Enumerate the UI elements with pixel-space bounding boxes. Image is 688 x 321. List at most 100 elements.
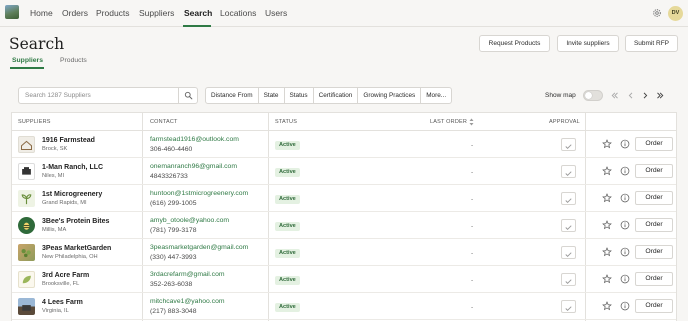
supplier-location: Brock, SK <box>42 146 68 152</box>
favorite-star-icon[interactable] <box>602 301 612 311</box>
col-contact[interactable]: CONTACT <box>150 119 178 125</box>
supplier-name[interactable]: 1st Microgreenery <box>42 191 102 198</box>
approve-button[interactable] <box>561 192 576 205</box>
col-approval[interactable]: APPROVAL <box>549 119 580 125</box>
gear-icon[interactable] <box>652 8 662 18</box>
order-button[interactable]: Order <box>635 245 673 259</box>
order-button[interactable]: Order <box>635 137 673 151</box>
approve-button[interactable] <box>561 165 576 178</box>
next-page-icon[interactable] <box>641 91 650 100</box>
supplier-phone: (330) 447-3993 <box>150 254 197 261</box>
supplier-email[interactable]: farmstead1916@outlook.com <box>150 136 239 143</box>
supplier-email[interactable]: amyb_otoole@yahoo.com <box>150 217 229 224</box>
info-icon[interactable] <box>620 193 630 203</box>
favorite-star-icon[interactable] <box>602 166 612 176</box>
order-button[interactable]: Order <box>635 164 673 178</box>
nav-active-indicator <box>183 25 211 27</box>
status-badge: Active <box>275 276 300 285</box>
last-page-icon[interactable] <box>656 91 665 100</box>
filter-certification[interactable]: Certification <box>314 88 359 103</box>
col-last-order[interactable]: LAST ORDER <box>430 119 467 125</box>
nav-home[interactable]: Home <box>30 8 53 18</box>
first-page-icon[interactable] <box>610 91 619 100</box>
supplier-email[interactable]: 3rdacrefarm@gmail.com <box>150 271 225 278</box>
submit-rfp-button[interactable]: Submit RFP <box>625 35 678 52</box>
supplier-logo <box>18 190 35 207</box>
order-button[interactable]: Order <box>635 218 673 232</box>
filter-growing-practices[interactable]: Growing Practices <box>358 88 422 103</box>
table-header: SUPPLIERS CONTACT STATUS LAST ORDER APPR… <box>12 113 676 131</box>
tab-products[interactable]: Products <box>60 57 87 64</box>
suppliers-table: SUPPLIERS CONTACT STATUS LAST ORDER APPR… <box>11 112 677 321</box>
nav-suppliers[interactable]: Suppliers <box>139 8 174 18</box>
table-row[interactable]: 4 Lees Farm Virginia, IL mitchcave1@yaho… <box>12 293 676 320</box>
favorite-star-icon[interactable] <box>602 220 612 230</box>
approve-button[interactable] <box>561 273 576 286</box>
supplier-name[interactable]: 3Peas MarketGarden <box>42 245 111 252</box>
last-order-value: - <box>471 250 474 257</box>
supplier-name[interactable]: 4 Lees Farm <box>42 299 83 306</box>
table-row[interactable]: 3rd Acre Farm Brooksville, FL 3rdacrefar… <box>12 266 676 293</box>
info-icon[interactable] <box>620 139 630 149</box>
table-row[interactable]: 1-Man Ranch, LLC Niles, MI onemanranch96… <box>12 158 676 185</box>
last-order-value: - <box>471 169 474 176</box>
search-icon <box>184 91 193 100</box>
favorite-star-icon[interactable] <box>602 247 612 257</box>
info-icon[interactable] <box>620 220 630 230</box>
nav-locations[interactable]: Locations <box>220 8 256 18</box>
col-status[interactable]: STATUS <box>275 119 297 125</box>
sort-icon[interactable] <box>469 118 474 126</box>
favorite-star-icon[interactable] <box>602 139 612 149</box>
request-products-button[interactable]: Request Products <box>479 35 550 52</box>
order-button[interactable]: Order <box>635 272 673 286</box>
invite-suppliers-button[interactable]: Invite suppliers <box>557 35 619 52</box>
info-icon[interactable] <box>620 166 630 176</box>
approve-button[interactable] <box>561 300 576 313</box>
supplier-email[interactable]: onemanranch96@gmail.com <box>150 163 237 170</box>
search-button[interactable] <box>178 88 197 103</box>
table-row[interactable]: 1st Microgreenery Grand Rapids, MI hunto… <box>12 185 676 212</box>
garden-icon <box>21 248 31 258</box>
approve-button[interactable] <box>561 219 576 232</box>
info-icon[interactable] <box>620 247 630 257</box>
previous-page-icon[interactable] <box>626 91 635 100</box>
search-input[interactable] <box>19 88 179 103</box>
tab-suppliers[interactable]: Suppliers <box>12 57 43 64</box>
supplier-name[interactable]: 1-Man Ranch, LLC <box>42 164 103 171</box>
nav-search[interactable]: Search <box>184 8 212 18</box>
order-button[interactable]: Order <box>635 191 673 205</box>
col-suppliers[interactable]: SUPPLIERS <box>18 119 51 125</box>
avatar[interactable]: DV <box>668 6 683 21</box>
page-title: Search <box>9 35 65 53</box>
info-icon[interactable] <box>620 274 630 284</box>
status-badge: Active <box>275 222 300 231</box>
status-badge: Active <box>275 303 300 312</box>
supplier-name[interactable]: 1916 Farmstead <box>42 137 95 144</box>
search-box <box>18 87 198 104</box>
filter-status[interactable]: Status <box>285 88 314 103</box>
nav-orders[interactable]: Orders <box>62 8 88 18</box>
supplier-email[interactable]: mitchcave1@yahoo.com <box>150 298 225 305</box>
order-button[interactable]: Order <box>635 299 673 313</box>
nav-users[interactable]: Users <box>265 8 287 18</box>
table-row[interactable]: 1916 Farmstead Brock, SK farmstead1916@o… <box>12 131 676 158</box>
info-icon[interactable] <box>620 301 630 311</box>
show-map-toggle[interactable] <box>583 90 603 101</box>
filter-distance-from[interactable]: Distance From <box>206 88 259 103</box>
supplier-email[interactable]: 3peasmarketgarden@gmail.com <box>150 244 248 251</box>
app-logo[interactable] <box>5 5 19 19</box>
supplier-email[interactable]: huntoon@1stmicrogreenery.com <box>150 190 248 197</box>
favorite-star-icon[interactable] <box>602 193 612 203</box>
approve-button[interactable] <box>561 246 576 259</box>
favorite-star-icon[interactable] <box>602 274 612 284</box>
nav-products[interactable]: Products <box>96 8 130 18</box>
supplier-name[interactable]: 3rd Acre Farm <box>42 272 89 279</box>
filter-state[interactable]: State <box>259 88 285 103</box>
approve-button[interactable] <box>561 138 576 151</box>
table-row[interactable]: 3Bee's Protein Bites Millis, MA amyb_oto… <box>12 212 676 239</box>
filter-more[interactable]: More... <box>421 88 451 103</box>
check-icon <box>565 144 572 149</box>
table-row[interactable]: 3Peas MarketGarden New Philadelphia, OH … <box>12 239 676 266</box>
last-order-value: - <box>471 223 474 230</box>
supplier-name[interactable]: 3Bee's Protein Bites <box>42 218 109 225</box>
